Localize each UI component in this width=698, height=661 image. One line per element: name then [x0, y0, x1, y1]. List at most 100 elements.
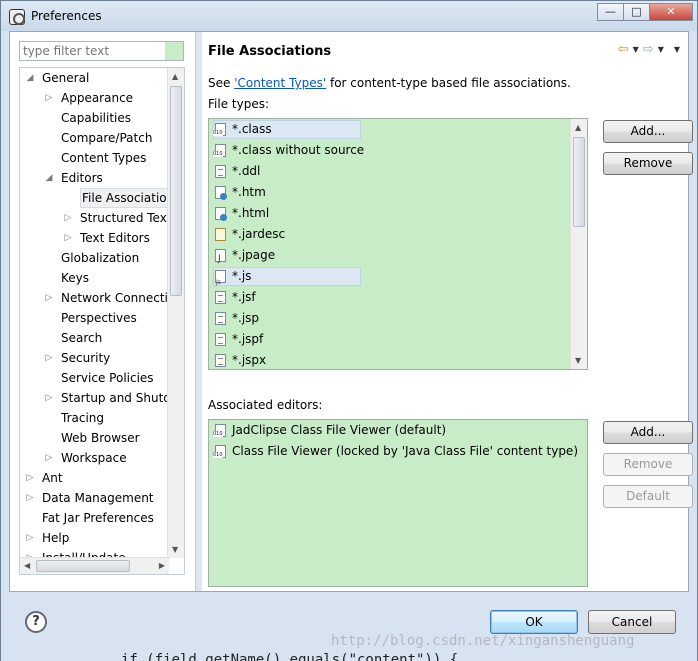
- filter-input[interactable]: [19, 41, 184, 61]
- tree-item[interactable]: ▷ Text Editors: [20, 228, 168, 248]
- tree-item[interactable]: Web Browser: [20, 428, 168, 448]
- tree-item[interactable]: Fat Jar Preferences: [20, 508, 168, 528]
- ok-button[interactable]: OK: [490, 610, 578, 634]
- tree-item[interactable]: Perspectives: [20, 308, 168, 328]
- tree-expanded-icon[interactable]: ◢: [43, 168, 55, 188]
- maximize-button[interactable]: □: [623, 3, 649, 21]
- tree-collapsed-icon[interactable]: ▷: [43, 288, 55, 308]
- file-type-row[interactable]: *.jspf: [209, 329, 587, 350]
- tree-item-label: Workspace: [61, 451, 127, 465]
- tree-item[interactable]: ▷ Data Management: [20, 488, 168, 508]
- help-icon[interactable]: ?: [25, 611, 47, 633]
- tree-collapsed-icon[interactable]: ▷: [43, 388, 55, 408]
- tree-item[interactable]: ▷ Security: [20, 348, 168, 368]
- file-type-name: *.class: [232, 122, 272, 136]
- tree-collapsed-icon[interactable]: ▷: [43, 348, 55, 368]
- file-type-row[interactable]: *.jsf: [209, 287, 587, 308]
- tree-collapsed-icon[interactable]: ▷: [43, 88, 55, 108]
- preference-tree-items: ◢ General ▷ Appearance Capabilities Compare/P…: [20, 68, 184, 574]
- tree-collapsed-icon[interactable]: ▷: [62, 228, 74, 248]
- file-type-row[interactable]: *.jsp: [209, 308, 587, 329]
- default-editor-button[interactable]: Default: [603, 485, 693, 508]
- scroll-left-icon[interactable]: ◀: [24, 561, 30, 570]
- tree-item[interactable]: Search: [20, 328, 168, 348]
- scroll-up-icon[interactable]: ▲: [575, 123, 581, 132]
- tree-item[interactable]: File Associations: [20, 188, 183, 208]
- content-types-link[interactable]: 'Content Types': [234, 76, 326, 90]
- tree-collapsed-icon[interactable]: ▷: [62, 208, 74, 228]
- scroll-right-icon[interactable]: ▶: [159, 561, 165, 570]
- tree-item[interactable]: Keys: [20, 268, 168, 288]
- tree-collapsed-icon[interactable]: ▷: [43, 448, 55, 468]
- tree-horizontal-scroll-thumb[interactable]: [36, 560, 130, 572]
- view-menu-icon[interactable]: ▼: [674, 45, 680, 54]
- tree-item[interactable]: ▷ Network Connections: [20, 288, 184, 308]
- file-type-row[interactable]: *.jpage: [209, 245, 587, 270]
- tree-item[interactable]: Globalization: [20, 248, 168, 268]
- tree-vertical-scroll-thumb[interactable]: [170, 86, 182, 296]
- tree-item[interactable]: Capabilities: [20, 108, 168, 128]
- scroll-up-icon[interactable]: ▲: [172, 72, 178, 81]
- cancel-button[interactable]: Cancel: [588, 610, 676, 634]
- tree-item[interactable]: ◢ General: [20, 68, 168, 88]
- file-type-row[interactable]: *.jardesc: [209, 224, 587, 245]
- tree-expanded-icon[interactable]: ◢: [24, 68, 36, 88]
- tree-item[interactable]: Tracing: [20, 408, 168, 428]
- tree-horizontal-scrollbar[interactable]: ◀ ▶: [20, 557, 169, 574]
- filter-clear-icon[interactable]: [165, 42, 183, 60]
- tree-item[interactable]: ▷ Startup and Shutdown: [20, 388, 184, 408]
- tree-item[interactable]: ▷ Ant: [20, 468, 168, 488]
- tree-item[interactable]: ◢ Editors: [20, 168, 168, 188]
- associated-editors-list[interactable]: JadClipse Class File Viewer (default) Cla…: [208, 419, 588, 587]
- tree-collapsed-icon[interactable]: ▷: [24, 528, 36, 548]
- remove-editor-button[interactable]: Remove: [603, 453, 693, 476]
- tree-collapsed-icon[interactable]: ▷: [24, 488, 36, 508]
- file-types-scroll-thumb[interactable]: [573, 137, 585, 227]
- remove-file-type-button[interactable]: Remove: [603, 152, 693, 175]
- tree-item-label: Editors: [61, 171, 103, 185]
- tree-vertical-scrollbar[interactable]: ▲ ▼: [167, 68, 184, 558]
- tree-item-label: Capabilities: [61, 111, 131, 125]
- file-type-icon: [215, 312, 226, 325]
- title-bar[interactable]: Preferences — □ ✕: [1, 1, 697, 31]
- file-type-row[interactable]: *.class without source: [209, 140, 587, 161]
- file-type-row[interactable]: *.ddl: [209, 161, 587, 182]
- class-file-editor-icon: [213, 424, 226, 437]
- tree-item[interactable]: ▷ Structured Text: [20, 208, 172, 228]
- file-type-row[interactable]: *.class: [209, 119, 587, 140]
- forward-menu-chevron-icon[interactable]: ▼: [658, 45, 664, 54]
- file-type-row[interactable]: *.html: [209, 203, 587, 224]
- tree-item[interactable]: ▷ Help: [20, 528, 168, 548]
- tree-item-label: Appearance: [61, 91, 134, 105]
- tree-item[interactable]: ▷ Appearance: [20, 88, 168, 108]
- file-type-row[interactable]: *.js: [209, 266, 587, 293]
- scroll-down-icon[interactable]: ▼: [172, 545, 178, 554]
- file-type-row[interactable]: *.htm: [209, 182, 587, 203]
- forward-arrow-icon[interactable]: ⇨: [643, 42, 654, 57]
- tree-item[interactable]: Service Policies: [20, 368, 168, 388]
- associated-editors-label: Associated editors:: [208, 398, 323, 412]
- tree-item[interactable]: Compare/Patch: [20, 128, 168, 148]
- editor-row[interactable]: Class File Viewer (locked by 'Java Class…: [209, 441, 587, 462]
- preference-navigation-pane: ◢ General ▷ Appearance Capabilities Compare/P…: [10, 32, 196, 591]
- back-arrow-icon[interactable]: ⇦: [618, 42, 629, 57]
- tree-item[interactable]: ▷ Workspace: [20, 448, 168, 468]
- scroll-down-icon[interactable]: ▼: [575, 356, 581, 365]
- file-type-row[interactable]: *.jspx: [209, 350, 587, 369]
- tree-collapsed-icon[interactable]: ▷: [24, 468, 36, 488]
- file-type-icon: [215, 186, 227, 200]
- minimize-button[interactable]: —: [597, 3, 623, 21]
- close-button[interactable]: ✕: [649, 3, 693, 21]
- dialog-client-area: ◢ General ▷ Appearance Capabilities Compare/P…: [9, 31, 693, 592]
- file-type-name: *.jpage: [232, 248, 276, 262]
- tree-item[interactable]: Content Types: [20, 148, 168, 168]
- back-menu-chevron-icon[interactable]: ▼: [633, 45, 639, 54]
- file-type-name: *.ddl: [232, 164, 261, 178]
- file-types-scrollbar[interactable]: ▲ ▼: [570, 119, 587, 369]
- editor-row[interactable]: JadClipse Class File Viewer (default): [209, 420, 587, 441]
- tree-item-label: Data Management: [42, 491, 154, 505]
- file-types-list[interactable]: *.class *.class without source *.ddl *.htm *…: [208, 118, 588, 370]
- add-editor-button[interactable]: Add...: [603, 421, 693, 444]
- add-file-type-button[interactable]: Add...: [603, 120, 693, 143]
- tree-item-label: Security: [61, 351, 111, 365]
